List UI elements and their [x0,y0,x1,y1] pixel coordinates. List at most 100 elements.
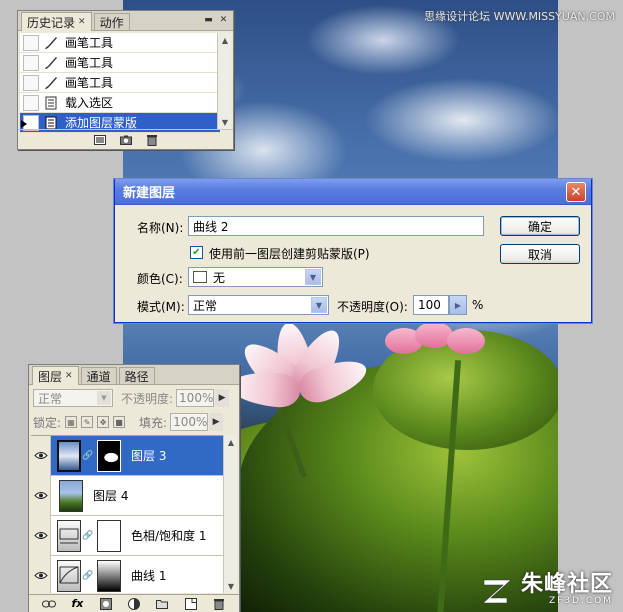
tab-channels[interactable]: 通道 [80,367,117,384]
tab-label: 动作 [99,15,124,30]
history-item[interactable]: 画笔工具 [20,53,220,73]
tab-label: 图层 [38,369,63,384]
color-select[interactable]: 无 ▼ [188,267,323,287]
lock-label: 锁定: [33,415,62,430]
opacity-slider-toggle-icon[interactable]: ▶ [449,295,467,315]
trash-icon[interactable] [212,598,226,610]
close-icon[interactable]: ✕ [566,182,586,202]
chevron-down-icon: ▼ [311,297,327,313]
snapshot-source-box[interactable] [23,34,39,51]
history-item-label: 画笔工具 [65,56,114,70]
snapshot-source-box[interactable] [23,54,39,71]
layers-panel: 图层 ✕ 通道 路径 正常 ▼ 不透明度: 100% ▶ 锁定: ▦ ✎ ✥ ■… [28,364,240,612]
hue-saturation-adjustment-icon[interactable] [57,519,81,552]
history-scrollbar[interactable]: ▲ ▼ [217,33,231,129]
link-layers-icon[interactable] [42,598,57,610]
layer-row[interactable]: 🔗 曲线 1 [31,555,225,593]
history-item[interactable]: 载入选区 [20,93,220,113]
tab-label: 路径 [124,369,149,384]
fill-input[interactable]: 100% [170,413,209,431]
camera-snapshot-icon[interactable] [119,134,133,146]
link-chain-icon[interactable]: 🔗 [82,571,93,581]
layer-row-selected[interactable]: 🔗 图层 3 [31,436,225,476]
cancel-button[interactable]: 取消 [500,244,580,264]
blend-mode-select[interactable]: 正常 ▼ [188,295,329,315]
scroll-down-icon[interactable]: ▼ [224,579,238,593]
clipping-mask-label: 使用前一图层创建剪贴蒙版(P) [209,247,370,261]
close-icon[interactable]: ✕ [218,14,229,25]
layer-name: 图层 3 [131,449,167,463]
history-item-label: 画笔工具 [65,36,114,50]
layer-blend-mode-select[interactable]: 正常 ▼ [33,389,113,407]
layer-row[interactable]: 🔗 色相/饱和度 1 [31,515,225,556]
brand-logo: 朱峰社区 ZF3D.COM [481,574,613,606]
brush-icon [43,75,59,91]
layer-mask-thumbnail[interactable] [97,559,121,592]
opacity-slider-toggle-icon[interactable]: ▶ [215,389,230,407]
watermark-text: 思缘设计论坛 WWW.MISSYUAN.COM [424,10,615,23]
layer-blend-row: 正常 ▼ 不透明度: 100% ▶ [29,386,239,410]
tab-paths[interactable]: 路径 [118,367,155,384]
trash-icon[interactable] [145,134,159,146]
eye-icon[interactable] [31,475,51,516]
close-icon[interactable]: ✕ [65,371,73,381]
layers-list: 🔗 图层 3 图层 4 🔗 色相/饱和度 1 🔗 曲线 1 [31,435,225,593]
lock-icon[interactable]: ■ [113,416,126,428]
color-label: 颜色(C): [137,272,183,286]
new-document-from-state-icon[interactable] [93,134,107,146]
clipping-mask-checkbox[interactable]: ✔ [190,246,203,259]
ok-button[interactable]: 确定 [500,216,580,236]
tab-actions[interactable]: 动作 [93,13,130,30]
eye-icon[interactable] [31,515,51,556]
layer-mask-thumbnail[interactable] [97,439,121,472]
dialog-titlebar[interactable]: 新建图层 [115,179,591,205]
zf-logo-icon [482,579,512,604]
snapshot-source-box[interactable] [23,74,39,91]
history-item[interactable]: 画笔工具 [20,73,220,93]
adjustment-layer-icon[interactable] [127,597,141,610]
history-item[interactable]: 画笔工具 [20,33,220,53]
fill-label: 填充: [139,415,168,430]
layer-blend-mode-value: 正常 [38,391,63,406]
fill-slider-toggle-icon[interactable]: ▶ [209,413,224,431]
curves-adjustment-icon[interactable] [57,559,81,592]
tab-layers[interactable]: 图层 ✕ [32,366,79,385]
layer-style-fx-icon[interactable]: fx [70,597,84,610]
eye-icon[interactable] [31,436,51,476]
dialog-title: 新建图层 [123,186,176,201]
add-mask-icon[interactable] [99,597,113,610]
layers-scrollbar[interactable]: ▲ ▼ [223,435,237,593]
lock-move-icon[interactable]: ✥ [97,416,110,428]
scroll-down-icon[interactable]: ▼ [218,115,232,129]
lock-transparency-icon[interactable]: ▦ [65,416,78,428]
history-footer [18,129,233,149]
layer-mask-thumbnail[interactable] [97,519,121,552]
opacity-input[interactable]: 100 [413,295,449,315]
tab-history[interactable]: 历史记录 ✕ [21,12,92,31]
layer-thumbnail[interactable] [57,439,81,472]
layer-lock-row: 锁定: ▦ ✎ ✥ ■ 填充: 100% ▶ [29,411,239,433]
layer-row[interactable]: 图层 4 [31,475,225,516]
eye-icon[interactable] [31,555,51,593]
history-panel: 历史记录 ✕ 动作 ▬ ✕ 画笔工具 画笔工具 画笔工具 载入选区 添加图层蒙版… [17,10,234,150]
brand-url: ZF3D.COM [549,596,613,606]
minimize-icon[interactable]: ▬ [203,14,214,25]
layer-opacity-input[interactable]: 100% [176,389,215,407]
tab-label: 历史记录 [27,15,76,30]
close-icon[interactable]: ✕ [78,17,86,27]
color-swatch-icon [193,271,207,283]
layer-thumbnail[interactable] [59,479,83,512]
layer-name: 图层 4 [93,489,129,503]
scroll-up-icon[interactable]: ▲ [218,33,232,47]
scroll-up-icon[interactable]: ▲ [224,435,238,449]
link-chain-icon[interactable]: 🔗 [82,451,93,461]
brush-icon [43,55,59,71]
lock-brush-icon[interactable]: ✎ [81,416,94,428]
layer-name-input[interactable]: 曲线 2 [188,216,484,236]
link-chain-icon[interactable]: 🔗 [82,531,93,541]
new-layer-icon[interactable] [184,597,198,610]
pink-lotus-flower [385,322,495,362]
new-group-folder-icon[interactable] [155,598,169,610]
snapshot-source-box[interactable] [23,94,39,111]
layer-name: 色相/饱和度 1 [131,529,207,543]
